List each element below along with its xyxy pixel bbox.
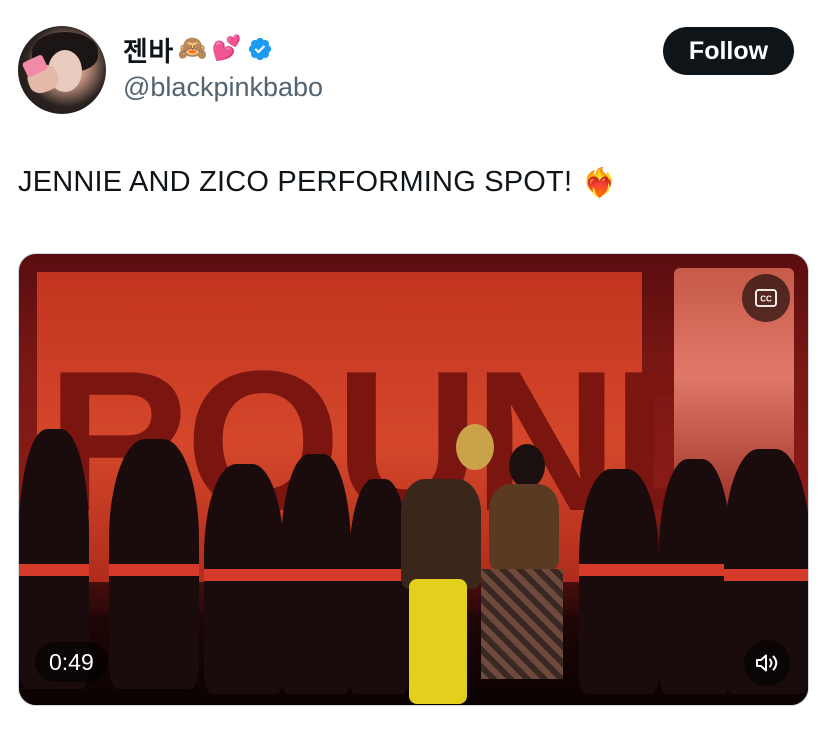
singer-top (489, 484, 559, 569)
backup-dancer (281, 454, 351, 694)
closed-captions-icon: CC (755, 289, 777, 307)
backup-dancer (204, 464, 284, 694)
author-handle[interactable]: @blackpinkbabo (123, 72, 323, 103)
author-name-row[interactable]: 젠바 🙈 💕 (123, 31, 273, 67)
performer-jacket (401, 479, 481, 589)
author-display-name[interactable]: 젠바 (123, 30, 174, 69)
performer-head (456, 424, 494, 470)
two-hearts-icon: 💕 (211, 35, 242, 62)
follow-button[interactable]: Follow (663, 27, 794, 75)
video-duration-badge: 0:49 (35, 642, 108, 682)
see-no-evil-monkey-icon: 🙈 (177, 35, 208, 62)
closed-captions-button[interactable]: CC (742, 274, 790, 322)
verified-badge-icon[interactable] (247, 36, 273, 62)
singer-head (509, 444, 545, 488)
heart-on-fire-icon: ❤️‍🔥 (582, 166, 618, 198)
avatar[interactable] (18, 26, 106, 114)
performer-yellow-pants (409, 579, 467, 704)
tweet-text: JENNIE AND ZICO PERFORMING SPOT! (18, 166, 573, 198)
backup-dancer (109, 439, 199, 689)
backup-dancer (579, 469, 659, 694)
speaker-muted-icon (756, 654, 778, 672)
tweet-text-row: JENNIE AND ZICO PERFORMING SPOT! ❤️‍🔥 (18, 166, 617, 199)
singer-skirt (481, 569, 563, 679)
video-player[interactable]: ROUND CC 0:49 (18, 253, 809, 706)
backup-dancer (659, 459, 731, 694)
backup-dancer (349, 479, 409, 694)
volume-button[interactable] (744, 640, 790, 686)
svg-text:CC: CC (760, 295, 772, 304)
